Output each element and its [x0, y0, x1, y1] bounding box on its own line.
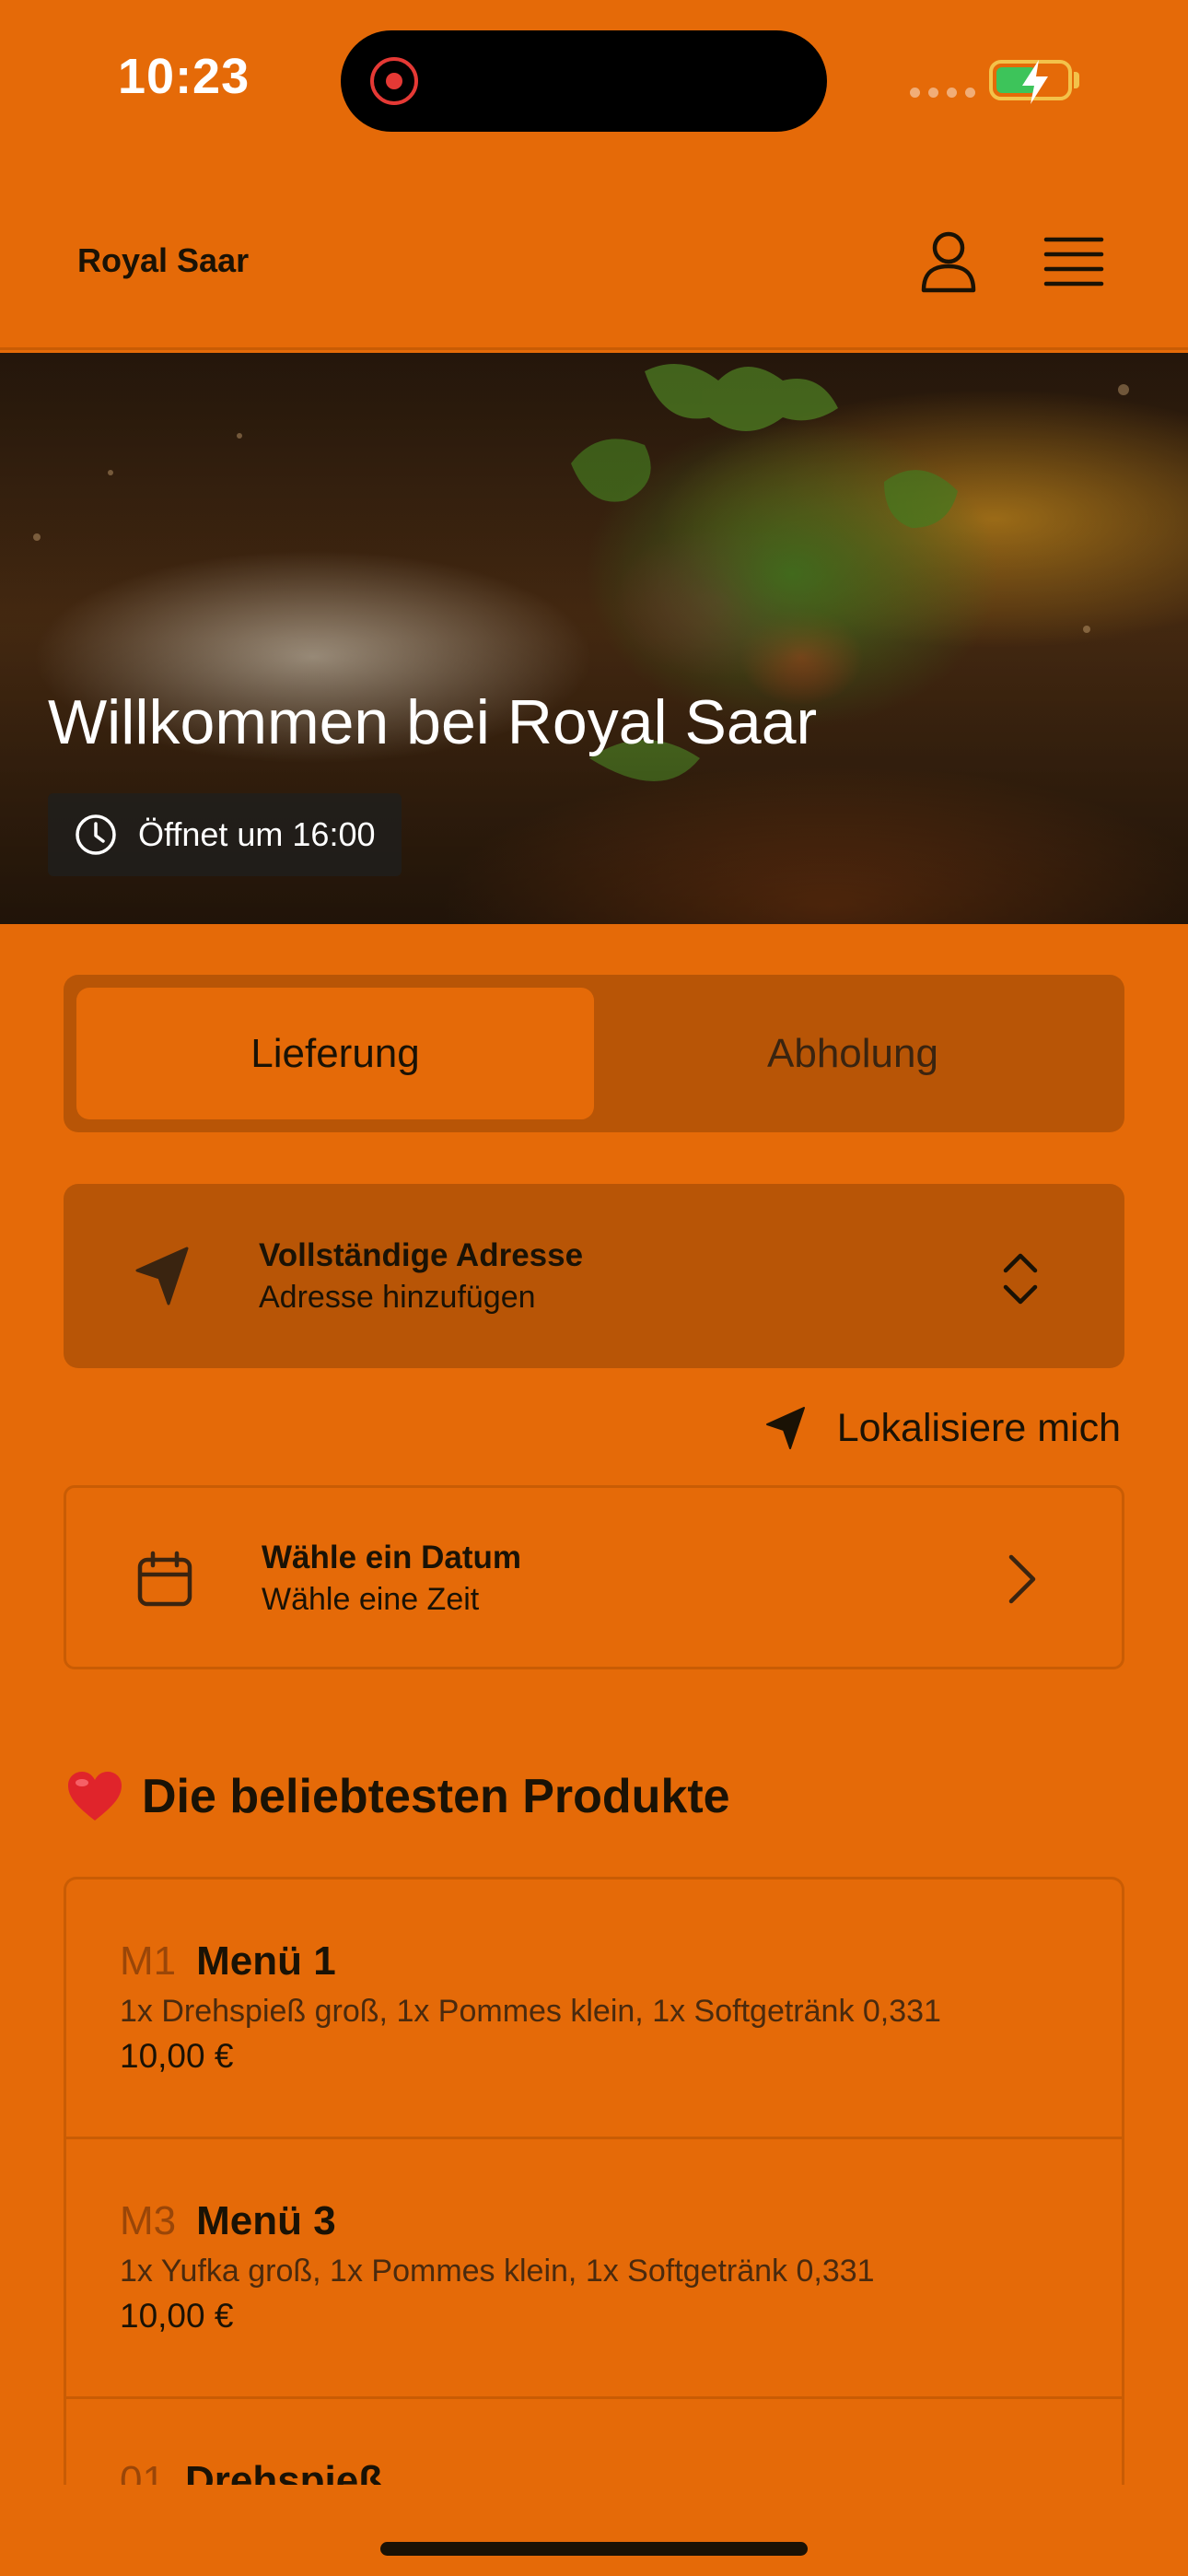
hero-title: Willkommen bei Royal Saar — [48, 687, 818, 757]
status-time: 10:23 — [118, 49, 250, 104]
date-title: Wähle ein Datum — [262, 1540, 521, 1575]
opening-hours-text: Öffnet um 16:00 — [138, 815, 376, 853]
address-selector[interactable]: Vollständige Adresse Adresse hinzufügen — [64, 1184, 1124, 1368]
order-mode-toggle: Lieferung Abholung — [64, 975, 1124, 1132]
navigation-arrow-icon — [765, 1407, 805, 1449]
product-code: M1 — [120, 1938, 177, 1984]
product-name: Menü 1 — [196, 1938, 336, 1984]
product-item[interactable]: M1 Menü 1 1x Drehspieß groß, 1x Pommes k… — [66, 1879, 1122, 2139]
address-text: Vollständige Adresse Adresse hinzufügen — [259, 1237, 583, 1316]
chevron-up-down-icon — [1003, 1253, 1038, 1305]
user-icon — [921, 231, 976, 293]
product-code: M3 — [120, 2198, 177, 2243]
time-subtitle: Wähle eine Zeit — [262, 1582, 480, 1617]
heart-icon — [68, 1772, 122, 1821]
product-item[interactable]: M3 Menü 3 1x Yufka groß, 1x Pommes klein… — [66, 2139, 1122, 2399]
locate-me-label: Lokalisiere mich — [836, 1405, 1121, 1450]
product-name: Drehspieß — [184, 2458, 384, 2485]
product-code: 01 — [120, 2458, 165, 2485]
screen-recording-icon — [370, 57, 418, 105]
cellular-signal-icon — [910, 88, 975, 98]
charging-bolt-icon — [1022, 60, 1048, 104]
product-price: 10,00 € — [120, 2297, 234, 2335]
tab-abholung[interactable]: Abholung — [594, 988, 1112, 1119]
brand-name[interactable]: Royal Saar — [77, 241, 249, 280]
product-name: Menü 3 — [196, 2198, 336, 2243]
chevron-right-icon — [1008, 1554, 1036, 1604]
product-list: M1 Menü 1 1x Drehspieß groß, 1x Pommes k… — [64, 1877, 1124, 2485]
tab-lieferung[interactable]: Lieferung — [76, 988, 594, 1119]
home-indicator[interactable] — [380, 2542, 808, 2556]
dynamic-island — [341, 30, 827, 132]
product-item[interactable]: 01 Drehspieß — [66, 2399, 1122, 2485]
opening-hours-badge: Öffnet um 16:00 — [48, 793, 402, 876]
product-description: 1x Drehspieß groß, 1x Pommes klein, 1x S… — [120, 1994, 941, 2029]
app-header: Royal Saar — [0, 166, 1188, 350]
product-price: 10,00 € — [120, 2037, 234, 2075]
address-title: Vollständige Adresse — [259, 1237, 584, 1273]
battery-icon — [989, 60, 1072, 104]
popular-products-title: Die beliebtesten Produkte — [142, 1770, 730, 1823]
address-subtitle: Adresse hinzufügen — [259, 1280, 536, 1315]
locate-me-button[interactable]: Lokalisiere mich — [765, 1400, 1121, 1456]
calendar-icon — [137, 1551, 192, 1607]
popular-products-header: Die beliebtesten Produkte — [66, 1769, 730, 1824]
date-time-text: Wähle ein Datum Wähle eine Zeit — [262, 1540, 521, 1618]
clock-icon — [76, 814, 116, 855]
hero-banner: Willkommen bei Royal Saar Öffnet um 16:0… — [0, 353, 1188, 924]
menu-button[interactable] — [1035, 223, 1112, 300]
product-description: 1x Yufka groß, 1x Pommes klein, 1x Softg… — [120, 2254, 875, 2289]
hamburger-menu-icon — [1043, 237, 1104, 287]
profile-button[interactable] — [910, 223, 987, 300]
date-time-selector[interactable]: Wähle ein Datum Wähle eine Zeit — [64, 1485, 1124, 1669]
status-bar: 10:23 — [0, 0, 1188, 166]
location-arrow-icon — [135, 1247, 189, 1306]
battery-cap — [1074, 72, 1079, 88]
